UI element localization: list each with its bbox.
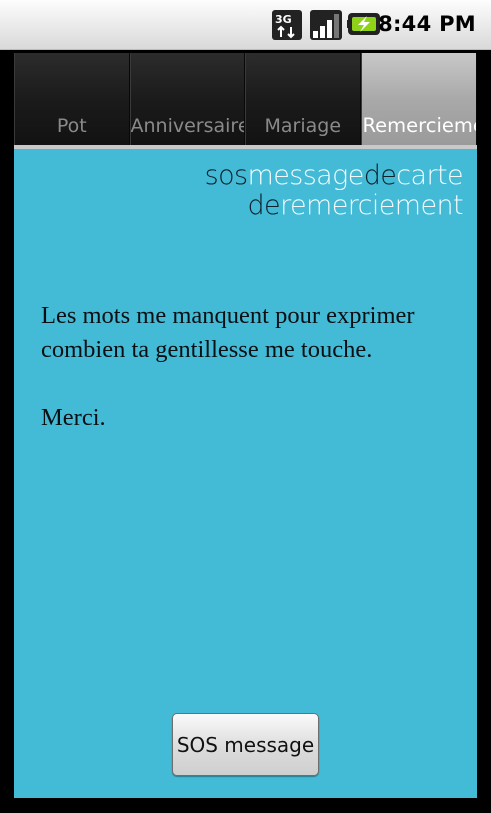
svg-text:3G: 3G <box>275 13 292 26</box>
logo-word: remerciement <box>280 190 464 221</box>
tab-label: Remerciement <box>362 114 477 137</box>
tab-label: Mariage <box>264 115 342 137</box>
logo-word: message <box>247 160 365 191</box>
app-window: Pot Anniversaire Mariage Remerciement so… <box>0 50 491 813</box>
signal-strength-icon <box>310 10 342 40</box>
logo-word: de <box>247 190 281 221</box>
tab-remerciement[interactable]: Remerciement <box>360 53 477 145</box>
sos-message-button[interactable]: SOS message <box>172 713 319 776</box>
tab-label: Pot <box>56 115 87 137</box>
tab-pot[interactable]: Pot <box>14 53 130 145</box>
content-panel: sosmessagedecarte deremerciement Les mot… <box>14 149 477 798</box>
status-bar: 3G 8:44 PM <box>0 0 491 50</box>
logo-word: sos <box>204 160 248 191</box>
battery-charging-icon <box>347 13 380 35</box>
clock-time: 8:44 PM <box>378 12 476 36</box>
tab-anniversaire[interactable]: Anniversaire <box>129 53 245 145</box>
tab-mariage[interactable]: Mariage <box>245 53 361 145</box>
logo-line-2: deremerciement <box>205 190 464 221</box>
tab-bar: Pot Anniversaire Mariage Remerciement <box>14 53 477 145</box>
bottom-border <box>0 798 491 813</box>
logo-word: de <box>363 160 397 191</box>
logo-line-1: sosmessagedecarte <box>204 160 464 191</box>
message-text: Les mots me manquent pour exprimer combi… <box>41 302 415 431</box>
tab-label: Anniversaire <box>130 115 245 137</box>
logo-word: carte <box>396 160 463 191</box>
app-logo: sosmessagedecarte deremerciement <box>204 160 464 221</box>
3g-data-icon: 3G <box>272 10 302 40</box>
